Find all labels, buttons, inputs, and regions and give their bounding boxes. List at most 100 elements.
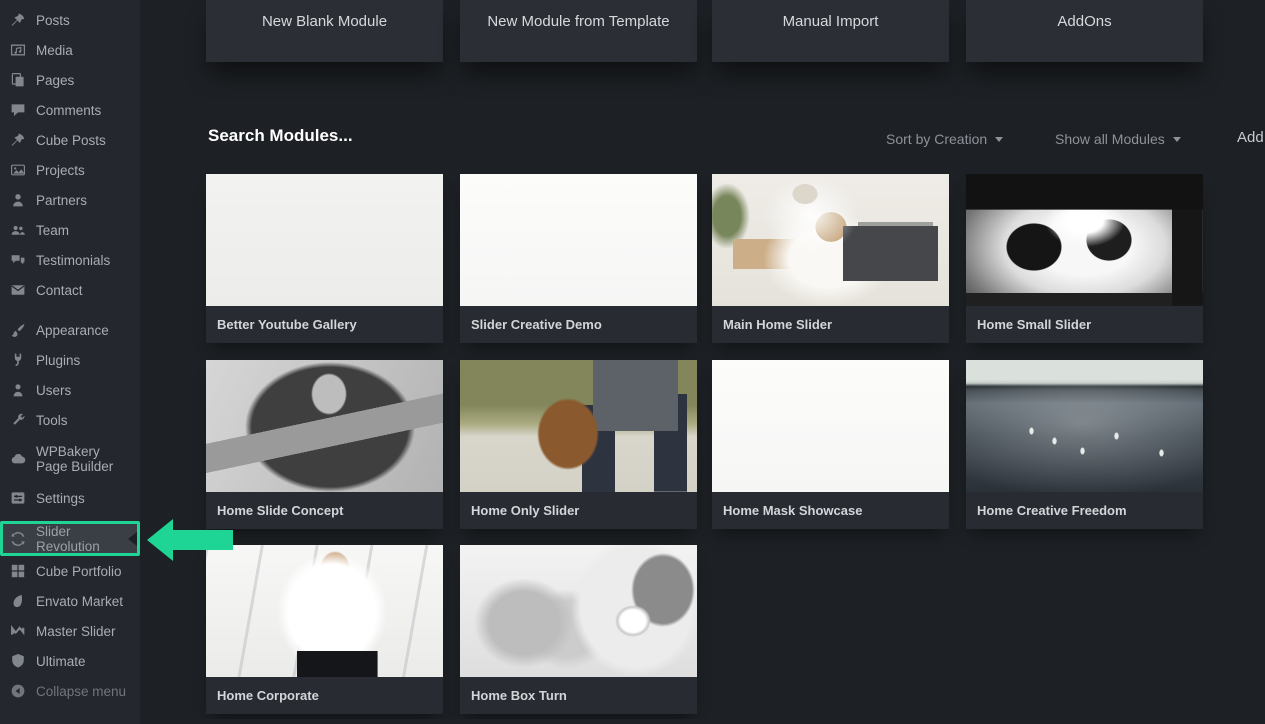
add-button[interactable]: Add bbox=[1237, 129, 1264, 146]
module-card[interactable]: Home Corporate bbox=[206, 545, 443, 714]
new-module-from-template-button[interactable]: New Module from Template bbox=[460, 0, 697, 62]
show-modules-dropdown[interactable]: Show all Modules bbox=[1055, 131, 1181, 147]
sidebar-item-label: Plugins bbox=[36, 353, 80, 368]
sidebar-item-posts[interactable]: Posts bbox=[0, 5, 140, 35]
sidebar-item-cube-portfolio[interactable]: Cube Portfolio bbox=[0, 556, 140, 586]
module-card[interactable]: Better Youtube Gallery bbox=[206, 174, 443, 343]
module-title: Main Home Slider bbox=[712, 306, 949, 343]
action-card-label: Manual Import bbox=[783, 13, 879, 30]
sidebar-item-plugins[interactable]: Plugins bbox=[0, 345, 140, 375]
sidebar-item-tools[interactable]: Tools bbox=[0, 405, 140, 435]
module-card[interactable]: Home Mask Showcase bbox=[712, 360, 949, 529]
arrow-tail bbox=[173, 530, 233, 550]
sidebar-item-label: Posts bbox=[36, 13, 70, 28]
envelope-icon bbox=[9, 282, 27, 298]
module-title: Better Youtube Gallery bbox=[206, 306, 443, 343]
module-thumbnail[interactable] bbox=[712, 360, 949, 492]
sidebar-item-projects[interactable]: Projects bbox=[0, 155, 140, 185]
action-card-label: New Blank Module bbox=[262, 13, 387, 30]
sidebar-item-label: Media bbox=[36, 43, 73, 58]
plug-icon bbox=[9, 352, 27, 368]
brush-icon bbox=[9, 322, 27, 338]
sidebar-item-label: Contact bbox=[36, 283, 83, 298]
shield-icon bbox=[9, 653, 27, 669]
addons-button[interactable]: AddOns bbox=[966, 0, 1203, 62]
sidebar-item-settings[interactable]: Settings bbox=[0, 483, 140, 513]
new-blank-module-button[interactable]: New Blank Module bbox=[206, 0, 443, 62]
sidebar-item-contact[interactable]: Contact bbox=[0, 275, 140, 305]
sidebar-item-media[interactable]: Media bbox=[0, 35, 140, 65]
sidebar-item-label: Collapse menu bbox=[36, 684, 126, 699]
module-thumbnail[interactable] bbox=[206, 360, 443, 492]
module-card[interactable]: Home Creative Freedom bbox=[966, 360, 1203, 529]
module-title: Home Creative Freedom bbox=[966, 492, 1203, 529]
module-title: Home Mask Showcase bbox=[712, 492, 949, 529]
comment-icon bbox=[9, 102, 27, 118]
sidebar-item-label: Slider Revolution bbox=[36, 524, 131, 554]
sidebar-item-master-slider[interactable]: Master Slider bbox=[0, 616, 140, 646]
admin-sidebar: Posts Media Pages Comments Cube Posts Pr… bbox=[0, 0, 140, 724]
pages-icon bbox=[9, 72, 27, 88]
sidebar-item-envato-market[interactable]: Envato Market bbox=[0, 586, 140, 616]
chevron-down-icon bbox=[995, 137, 1003, 142]
module-thumbnail[interactable] bbox=[206, 545, 443, 677]
module-thumbnail[interactable] bbox=[460, 545, 697, 677]
sidebar-item-label: Partners bbox=[36, 193, 87, 208]
sidebar-item-wpbakery-page-builder[interactable]: WPBakery Page Builder bbox=[0, 435, 140, 483]
wrench-icon bbox=[9, 412, 27, 428]
sidebar-item-collapse-menu[interactable]: Collapse menu bbox=[0, 676, 140, 706]
sort-by-label: Sort by Creation bbox=[886, 131, 987, 147]
arrow-head-icon bbox=[147, 519, 173, 561]
add-label: Add bbox=[1237, 129, 1264, 146]
module-thumbnail[interactable] bbox=[966, 174, 1203, 306]
action-card-label: New Module from Template bbox=[487, 13, 669, 30]
module-thumbnail[interactable] bbox=[712, 174, 949, 306]
module-card[interactable]: Slider Creative Demo bbox=[460, 174, 697, 343]
sidebar-item-testimonials[interactable]: Testimonials bbox=[0, 245, 140, 275]
module-card[interactable]: Home Box Turn bbox=[460, 545, 697, 714]
sidebar-item-slider-revolution[interactable]: Slider Revolution bbox=[0, 521, 140, 556]
group-icon bbox=[9, 222, 27, 238]
sidebar-item-partners[interactable]: Partners bbox=[0, 185, 140, 215]
image-icon bbox=[9, 162, 27, 178]
sidebar-item-label: Settings bbox=[36, 491, 85, 506]
user-icon bbox=[9, 382, 27, 398]
sidebar-item-label: Projects bbox=[36, 163, 85, 178]
sidebar-item-label: Tools bbox=[36, 413, 68, 428]
sidebar-item-comments[interactable]: Comments bbox=[0, 95, 140, 125]
action-card-label: AddOns bbox=[1057, 13, 1111, 30]
module-title: Home Only Slider bbox=[460, 492, 697, 529]
show-modules-label: Show all Modules bbox=[1055, 131, 1165, 147]
module-title: Home Box Turn bbox=[460, 677, 697, 714]
sidebar-item-team[interactable]: Team bbox=[0, 215, 140, 245]
module-card[interactable]: Home Small Slider bbox=[966, 174, 1203, 343]
sidebar-item-ultimate[interactable]: Ultimate bbox=[0, 646, 140, 676]
sidebar-item-label: Team bbox=[36, 223, 69, 238]
sidebar-item-label: Cube Posts bbox=[36, 133, 106, 148]
sidebar-item-label: Cube Portfolio bbox=[36, 564, 122, 579]
annotation-arrow bbox=[147, 519, 233, 561]
module-card[interactable]: Main Home Slider bbox=[712, 174, 949, 343]
cloud-icon bbox=[9, 451, 27, 467]
leaf-icon bbox=[9, 593, 27, 609]
sidebar-item-label: Users bbox=[36, 383, 71, 398]
sidebar-item-cube-posts[interactable]: Cube Posts bbox=[0, 125, 140, 155]
module-thumbnail[interactable] bbox=[206, 174, 443, 306]
module-thumbnail[interactable] bbox=[460, 174, 697, 306]
module-thumbnail[interactable] bbox=[460, 360, 697, 492]
manual-import-button[interactable]: Manual Import bbox=[712, 0, 949, 62]
chevron-down-icon bbox=[1173, 137, 1181, 142]
module-thumbnail[interactable] bbox=[966, 360, 1203, 492]
module-title: Slider Creative Demo bbox=[460, 306, 697, 343]
sort-by-dropdown[interactable]: Sort by Creation bbox=[886, 131, 1003, 147]
sidebar-item-pages[interactable]: Pages bbox=[0, 65, 140, 95]
search-modules-input[interactable] bbox=[206, 125, 510, 147]
sidebar-item-label: WPBakery Page Builder bbox=[36, 444, 134, 474]
sidebar-item-appearance[interactable]: Appearance bbox=[0, 315, 140, 345]
module-card[interactable]: Home Only Slider bbox=[460, 360, 697, 529]
sidebar-item-users[interactable]: Users bbox=[0, 375, 140, 405]
pin-icon bbox=[9, 12, 27, 28]
module-card[interactable]: Home Slide Concept bbox=[206, 360, 443, 529]
collapse-icon bbox=[9, 683, 27, 699]
sidebar-item-label: Master Slider bbox=[36, 624, 116, 639]
